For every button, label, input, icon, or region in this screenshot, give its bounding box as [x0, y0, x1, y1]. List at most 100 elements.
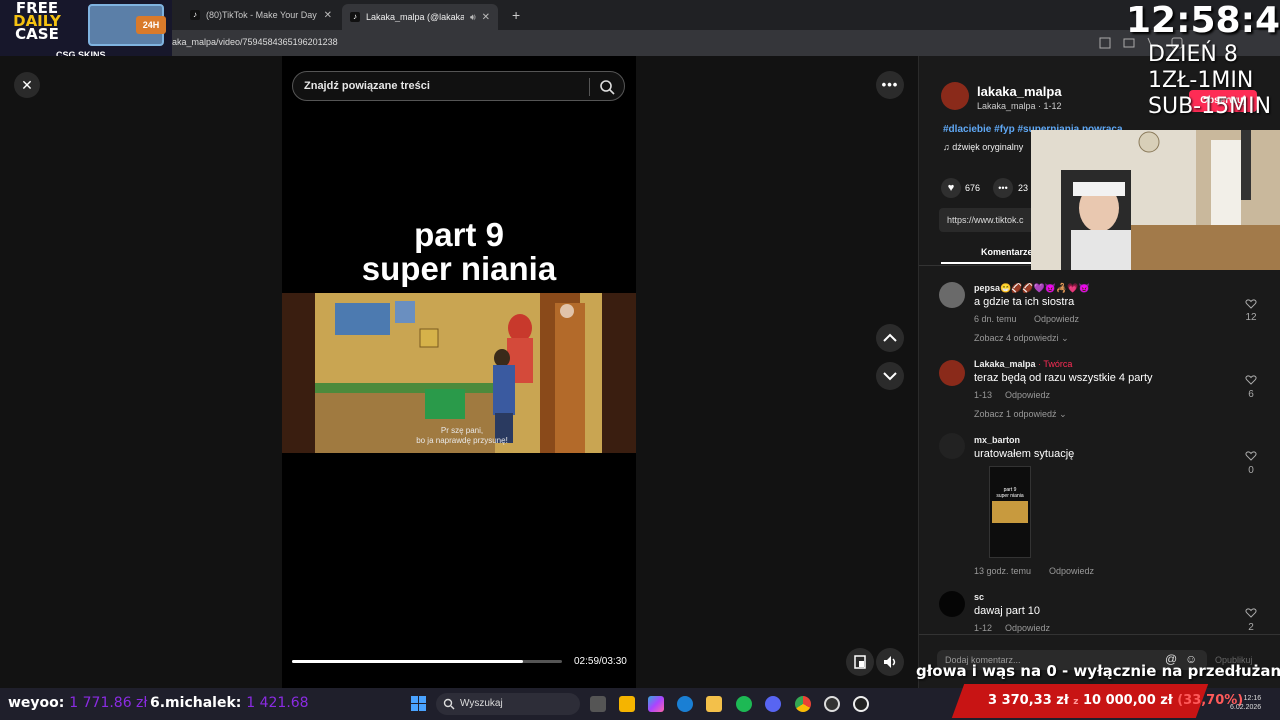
comment-text: a gdzie ta ich siostra [974, 296, 1075, 308]
taskbar-search-label: Wyszukaj [460, 698, 503, 709]
chevron-up-icon [883, 333, 897, 342]
edge-icon[interactable] [677, 696, 693, 712]
speaker-icon [884, 656, 896, 668]
avatar[interactable] [939, 282, 965, 308]
thumbnail-caption: part 9 super niania [996, 487, 1024, 499]
author-handle: Lakaka_malpa · 1-12 [977, 101, 1062, 111]
webcam-feed [1031, 130, 1280, 270]
system-clock: 12:16 6.02.2026 [1230, 695, 1262, 711]
avatar[interactable] [939, 360, 965, 386]
author-avatar[interactable] [941, 82, 969, 110]
obs-icon[interactable] [824, 696, 840, 712]
sound-row[interactable]: ♫ dźwięk oryginalny [943, 142, 1023, 152]
previous-video-button[interactable] [876, 324, 904, 352]
comment-time: 1-12 [974, 623, 993, 633]
link-text: https://www.tiktok.c [947, 215, 1024, 225]
tab-comments[interactable]: Komentarze [981, 247, 1033, 257]
case-image: 24H [88, 4, 166, 46]
promo-banner[interactable]: FREE DAILY CASE 24H CSG SKINS [0, 0, 172, 62]
divider [589, 78, 590, 96]
comment-username[interactable]: Lakaka_malpa · Twórca [974, 359, 1072, 369]
tiktok-icon: ♪ [190, 10, 200, 20]
volume-button[interactable] [876, 648, 904, 676]
tab-title: (80)TikTok - Make Your Day [206, 10, 317, 20]
picture-in-picture-button[interactable] [846, 648, 874, 676]
comment-text: dawaj part 10 [974, 605, 1041, 617]
more-options-icon[interactable]: ••• [876, 71, 904, 99]
video-subtitle: Pr szę pani, bo ja naprawdę przysunę! [416, 426, 508, 445]
address-bar[interactable]: aka_malpa/video/7594584365196201238 [0, 30, 1280, 56]
view-replies-link[interactable]: Zobacz 4 odpowiedzi ⌄ [974, 333, 1069, 344]
heart-icon[interactable] [1245, 298, 1257, 310]
promo-badge: 24H [136, 16, 166, 34]
stream-info: DZIEŃ 8 1ZŁ-1MIN SUB-15MIN [1148, 42, 1272, 119]
taskbar-search[interactable]: Wyszukaj [436, 693, 580, 715]
task-view-icon[interactable] [590, 696, 606, 712]
video-progress-fill [292, 660, 523, 663]
reply-button[interactable]: Odpowiedz [1005, 390, 1050, 400]
avatar[interactable] [939, 591, 965, 617]
copilot-icon[interactable] [648, 696, 664, 712]
stream-ticker: głowa i wąs na 0 - wyłącznie na przedłuż… [916, 662, 1280, 680]
pip-icon [854, 655, 866, 669]
heart-icon[interactable] [1245, 607, 1257, 619]
windows-start-icon[interactable] [411, 696, 427, 712]
tab-title: Lakaka_malpa (@lakaka_ma [365, 12, 464, 22]
discord-icon[interactable] [765, 696, 781, 712]
comment-text: teraz będą od razu wszystkie 4 party [974, 372, 1153, 384]
comment-username[interactable]: mx_barton [974, 435, 1020, 445]
stream-clock: 12:58:46 [1126, 0, 1280, 41]
reply-button[interactable]: Odpowiedz [1005, 623, 1050, 633]
heart-icon[interactable] [1245, 374, 1257, 386]
comment-time: 1-13 [974, 390, 993, 400]
like-count: 0 [1248, 465, 1254, 476]
chevron-down-icon [883, 372, 897, 381]
speaker-icon[interactable]: 🔊︎ [470, 12, 476, 23]
chrome-icon[interactable] [795, 696, 811, 712]
view-replies-link[interactable]: Zobacz 1 odpowiedź ⌄ [974, 409, 1067, 420]
video-time: 02:59/03:30 [574, 656, 627, 667]
like-count: 12 [1245, 312, 1257, 323]
comment-count: 23 [1018, 183, 1029, 193]
reply-button[interactable]: Odpowiedz [1034, 314, 1079, 324]
top-donor-1: weyoo: 1 771.86 zł [8, 695, 148, 711]
app-icon[interactable] [853, 696, 869, 712]
thumbnail-image [992, 501, 1028, 523]
avatar[interactable] [939, 433, 965, 459]
comment-username[interactable]: pepsa😁🏈🏈💜👿🦂💗👿 [974, 283, 1090, 294]
url-text[interactable]: aka_malpa/video/7594584365196201238 [172, 37, 338, 47]
tab-lakaka-profile[interactable]: ♪ Lakaka_malpa (@lakaka_ma 🔊︎ ✕ [342, 4, 498, 30]
tab-tiktok-home[interactable]: ♪ (80)TikTok - Make Your Day ✕ [182, 4, 340, 26]
search-icon[interactable] [598, 78, 616, 96]
tiktok-icon: ♪ [350, 12, 360, 22]
divider [919, 634, 1280, 635]
promo-text: FREE DAILY CASE [13, 0, 61, 43]
top-donor-2: 6.michalek: 1 421.68 [150, 695, 309, 711]
reply-button[interactable]: Odpowiedz [1049, 566, 1094, 576]
author-name[interactable]: lakaka_malpa [977, 84, 1062, 99]
heart-icon[interactable]: ♥ [941, 178, 961, 198]
comment-text: uratowałem sytuację [974, 448, 1075, 460]
heart-icon[interactable] [1245, 450, 1257, 462]
browser-tab-bar: ‹ ♪ (80)TikTok - Make Your Day ✕ ♪ Lakak… [0, 0, 1280, 30]
next-video-button[interactable] [876, 362, 904, 390]
search-input[interactable]: Znajdź powiązane treści [292, 71, 625, 101]
like-count: 2 [1248, 622, 1254, 633]
folder-icon[interactable] [706, 696, 722, 712]
close-tab-icon[interactable]: ✕ [482, 12, 490, 23]
comment-username[interactable]: sc [974, 592, 984, 602]
comment-image-thumbnail[interactable]: part 9 super niania [989, 466, 1031, 558]
search-icon [443, 698, 455, 710]
video-overlay-title: part 9 super niania [361, 216, 557, 287]
like-count: 676 [965, 183, 981, 193]
comment-time: 6 dn. temu [974, 314, 1017, 324]
new-tab-button[interactable]: + [504, 4, 528, 26]
close-icon[interactable]: ✕ [14, 72, 40, 98]
spotify-icon[interactable] [736, 696, 752, 712]
store-icon[interactable] [619, 696, 635, 712]
comment-icon[interactable]: ••• [993, 178, 1013, 198]
close-tab-icon[interactable]: ✕ [324, 10, 332, 21]
search-placeholder: Znajdź powiązane treści [304, 80, 430, 92]
donation-goal-text: 3 370,33 zł z 10 000,00 zł (33,70%) [988, 693, 1244, 708]
sound-name: dźwięk oryginalny [952, 142, 1024, 152]
